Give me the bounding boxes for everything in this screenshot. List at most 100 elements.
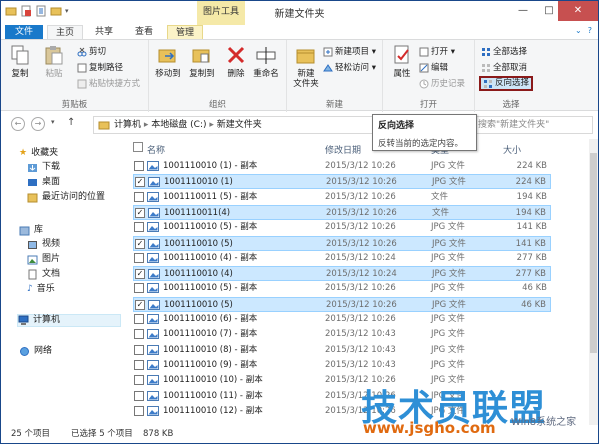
invert-selection-icon [484,79,492,88]
file-size: 224 KB [516,161,547,171]
desktop-icon [28,179,37,186]
easy-access-button[interactable]: 轻松访问 ▾ [323,62,376,74]
new-folder-button[interactable]: 新建 文件夹 [289,44,323,89]
file-row[interactable]: ✓ 1001110010 (4) 2015/3/12 10:24 JPG 文件 277 … [133,266,551,282]
computer-icon [18,315,29,325]
nav-libraries[interactable]: 库 [19,224,43,237]
file-row[interactable]: ✓ 1001110010 (5) 2015/3/12 10:26 JPG 文件 141 … [133,235,551,251]
file-name: 1001110010 (6) - 副本 [163,314,258,324]
copy-path-label: 复制路径 [89,63,124,73]
row-checkbox[interactable]: ✓ [135,299,145,310]
row-checkbox[interactable] [134,191,144,202]
file-row[interactable]: ✓ 1001110011(4) 2015/3/12 10:26 文件 194 KB [133,204,551,220]
scrollbar-thumb[interactable] [590,153,597,353]
row-checkbox[interactable] [134,329,144,340]
up-arrow-icon[interactable]: ↑ [67,117,75,128]
tab-manage[interactable]: 管理 [167,25,204,40]
header-checkbox[interactable] [133,142,143,155]
history-button[interactable]: 历史记录 [419,78,465,90]
row-checkbox[interactable] [134,283,144,294]
nav-music[interactable]: ♪ 音乐 [27,283,55,296]
new-item-button[interactable]: 新建项目 ▾ [323,46,376,58]
invert-selection-button[interactable]: 反向选择 [479,76,534,91]
file-date: 2015/3/12 10:26 [325,191,396,202]
paste-button[interactable]: 粘贴 [37,44,71,79]
breadcrumb-computer[interactable]: 计算机 [114,120,141,130]
copy-path-button[interactable]: 复制路径 [77,62,123,74]
row-checkbox[interactable]: ✓ [135,207,145,218]
row-checkbox[interactable]: ✓ [135,238,145,249]
column-size[interactable]: 大小 [503,143,521,156]
recent-locations-icon[interactable]: ▾ [51,118,55,126]
tab-file[interactable]: 文件 [5,25,43,40]
group-select: 全部选择 全部取消 反向选择 选择 [475,40,547,112]
organize-group-label: 组织 [208,100,226,110]
expand-ribbon-icon[interactable]: ⌄ [575,26,582,35]
file-row[interactable]: 1001110010 (4) - 副本 2015/3/12 10:24 JPG 文件… [133,251,551,266]
row-checkbox[interactable] [134,161,144,171]
nav-pictures[interactable]: 图片 [27,253,60,266]
properties-button[interactable]: 属性 [385,44,419,79]
file-name: 1001110010 (5) [164,299,233,310]
rename-button[interactable]: 重命名 [249,44,283,79]
file-date: 2015/3/12 10:43 [325,359,396,370]
delete-button[interactable]: 删除 [219,44,253,79]
edit-button[interactable]: 编辑 [419,62,448,74]
nav-documents[interactable]: 文档 [27,268,60,281]
file-row[interactable]: ✓ 1001110010 (5) 2015/3/12 10:26 JPG 文件 46 K… [133,296,551,312]
row-checkbox[interactable] [134,344,144,355]
tab-share[interactable]: 共享 [87,25,121,40]
paste-shortcut-button[interactable]: 粘贴快捷方式 [77,78,140,90]
nav-recent[interactable]: 最近访问的位置 [27,191,105,204]
copy-to-label: 复制到 [189,69,215,79]
file-row[interactable]: 1001110010 (7) - 副本 2015/3/12 10:43 JPG 文件 [133,327,551,342]
nav-downloads[interactable]: 下载 [27,161,60,174]
row-checkbox[interactable] [134,390,144,401]
row-checkbox[interactable]: ✓ [135,177,145,188]
select-all-button[interactable]: 全部选择 [481,46,527,58]
open-button[interactable]: 打开 ▾ [419,46,455,58]
help-icon[interactable]: ? [588,26,592,35]
copy-path-icon [77,63,87,73]
file-row[interactable]: 1001110010 (9) - 副本 2015/3/12 10:43 JPG 文件 [133,358,551,373]
row-checkbox[interactable] [134,375,144,386]
row-checkbox[interactable] [134,314,144,324]
tab-view[interactable]: 查看 [127,25,161,40]
row-checkbox[interactable] [134,405,144,416]
row-checkbox[interactable] [134,222,144,233]
tab-home[interactable]: 主页 [47,25,84,40]
file-row[interactable]: 1001110010 (5) - 副本 2015/3/12 10:26 JPG 文件… [133,220,551,235]
breadcrumb-new-folder[interactable]: 新建文件夹 [217,120,262,130]
back-button[interactable]: ← [11,117,25,131]
nav-desktop[interactable]: 桌面 [27,176,60,189]
row-checkbox[interactable] [134,359,144,370]
file-row[interactable]: ✓ 1001110010 (1) 2015/3/12 10:26 JPG 文件 224 … [133,174,551,190]
nav-videos[interactable]: 视频 [27,238,60,251]
file-row[interactable]: 1001110010 (5) - 副本 2015/3/12 10:26 JPG 文件… [133,281,551,296]
copy-button[interactable]: 复制 [3,44,37,79]
row-checkbox[interactable] [134,252,144,263]
breadcrumb-local-disk[interactable]: 本地磁盘 (C:) [151,120,206,130]
column-name[interactable]: 名称 [147,143,165,156]
file-row[interactable]: 1001110011 (5) - 副本 2015/3/12 10:26 文件 194 … [133,190,551,205]
open-label: 打开 ▾ [431,47,455,57]
minimize-button[interactable]: — [510,1,536,21]
copy-to-button[interactable]: 复制到 [185,44,219,79]
forward-button[interactable]: → [31,117,45,131]
cut-button[interactable]: 剪切 [77,46,106,58]
nav-computer[interactable]: 计算机 [17,314,121,327]
file-row[interactable]: 1001110010 (6) - 副本 2015/3/12 10:26 JPG 文件 [133,312,551,327]
column-date[interactable]: 修改日期 [325,143,361,156]
file-row[interactable]: 1001110010 (8) - 副本 2015/3/12 10:43 JPG 文件 [133,343,551,358]
search-input[interactable]: 搜索"新建文件夹" [471,116,593,134]
file-type: JPG 文件 [432,177,466,188]
nav-network[interactable]: 网络 [19,345,52,358]
move-to-button[interactable]: 移动到 [151,44,185,79]
nav-favorites[interactable]: ★ 收藏夹 [19,147,58,160]
select-none-button[interactable]: 全部取消 [481,62,527,74]
file-name: 1001110010 (9) - 副本 [163,359,258,370]
close-button[interactable]: ✕ [558,1,598,21]
file-row[interactable]: 1001110010 (1) - 副本 2015/3/12 10:26 JPG 文件… [133,159,551,174]
file-date: 2015/3/12 10:24 [326,269,397,280]
row-checkbox[interactable]: ✓ [135,269,145,280]
